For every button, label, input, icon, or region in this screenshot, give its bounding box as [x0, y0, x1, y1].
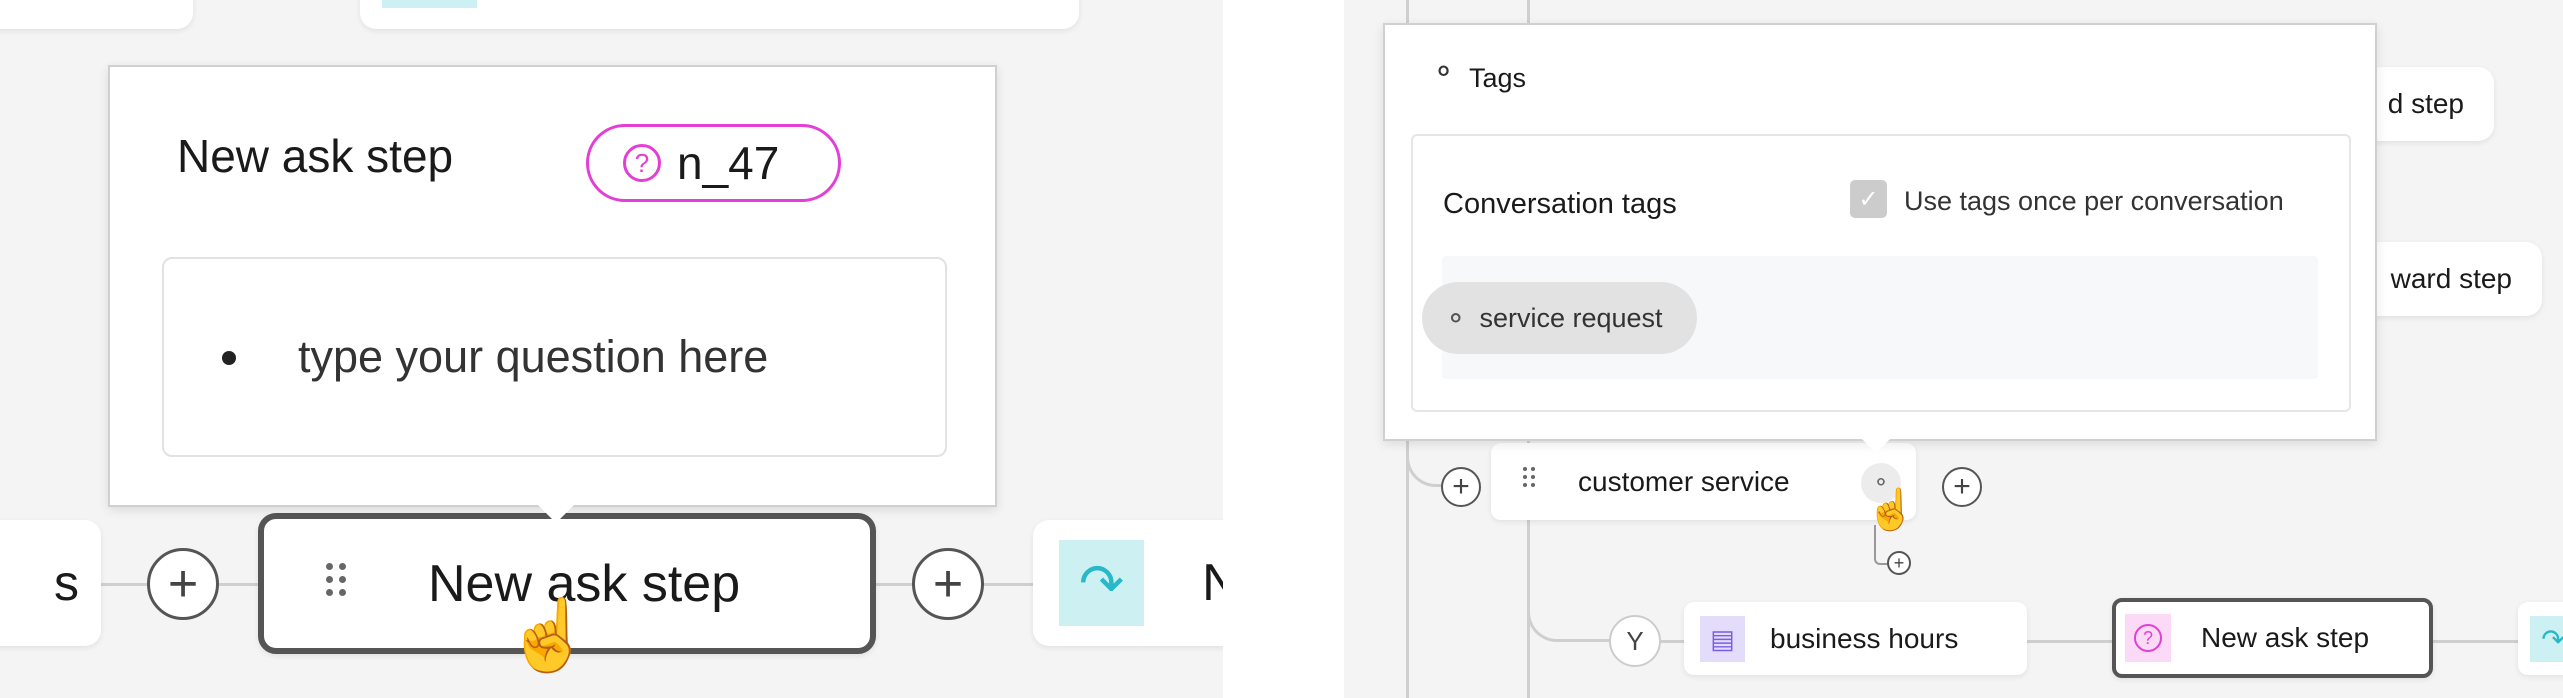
tag-chip[interactable]: ⚬ service request [1422, 282, 1697, 354]
bullet [222, 351, 236, 365]
node-label: New ask step [2201, 622, 2370, 653]
node-prev[interactable]: s [0, 520, 101, 646]
add-step-button[interactable]: + [1441, 467, 1481, 507]
add-step-button[interactable]: + [147, 548, 219, 620]
tags-area[interactable]: ⚬ service request [1422, 256, 2318, 379]
node-business-hours[interactable]: ▤ business hours [1684, 602, 2027, 675]
drag-handle-icon[interactable] [1523, 467, 1535, 487]
step-preview-popover: New ask step ? n_47 type your question h… [108, 65, 997, 507]
node-customer-service[interactable]: customer service ⚬ [1491, 443, 1916, 520]
forward-icon: ↷ [2530, 616, 2563, 662]
question-text: type your question here [298, 331, 769, 382]
node-card-top[interactable] [360, 0, 1079, 29]
question-icon: ? [2125, 614, 2171, 662]
add-branch-button[interactable]: + [1887, 551, 1911, 575]
forward-icon: ↷ [1059, 540, 1144, 626]
forward-icon [382, 0, 477, 8]
filter-button[interactable]: Y [1609, 615, 1661, 667]
node-label: d step [2387, 88, 2464, 119]
right-canvas: d step ward step + customer service ⚬ + … [1344, 0, 2563, 698]
checkbox-label: Use tags once per conversation [1904, 186, 2284, 216]
node-label: ward step [2390, 263, 2512, 294]
node-label: N [1202, 554, 1223, 612]
tags-popover: ⚬ Tags Conversation tags ✓ Use tags once… [1383, 23, 2377, 441]
popover-caret [538, 505, 574, 523]
tag-icon: ⚬ [1431, 56, 1457, 89]
step-id: n_47 [677, 137, 780, 189]
node-label: customer service [1578, 465, 1790, 497]
message-icon: ▤ [1700, 616, 1745, 662]
tag-label: service request [1479, 302, 1663, 333]
add-step-button[interactable]: + [912, 548, 984, 620]
step-id-badge: ? n_47 [586, 124, 841, 202]
popover-title: New ask step [177, 130, 454, 182]
node-next[interactable]: ↷ N [1033, 520, 1223, 646]
node-label: s [54, 555, 79, 611]
question-circle-icon: ? [623, 144, 661, 182]
node-new-ask-step[interactable]: ? New ask step [2112, 598, 2433, 678]
question-box: type your question here [162, 257, 947, 457]
use-once-checkbox[interactable]: ✓ [1850, 180, 1887, 218]
tag-icon: ⚬ [1444, 302, 1468, 334]
node-next-partial[interactable]: ↷ [2518, 602, 2563, 675]
node-card-partial[interactable] [0, 0, 193, 29]
add-step-button[interactable]: + [1942, 467, 1982, 507]
section-title: Conversation tags [1443, 188, 1677, 220]
hand-cursor-icon: ☝ [505, 596, 593, 674]
left-canvas: s + New ask step + ↷ N New ask step ? n_… [0, 0, 1223, 698]
drag-handle-icon[interactable] [326, 563, 346, 596]
hand-cursor-icon: ☝ [1866, 488, 1916, 532]
node-label: business hours [1770, 622, 1959, 654]
popover-title: Tags [1469, 63, 1527, 93]
popover-caret [1862, 439, 1890, 453]
conversation-tags-box: Conversation tags ✓ Use tags once per co… [1411, 134, 2351, 412]
